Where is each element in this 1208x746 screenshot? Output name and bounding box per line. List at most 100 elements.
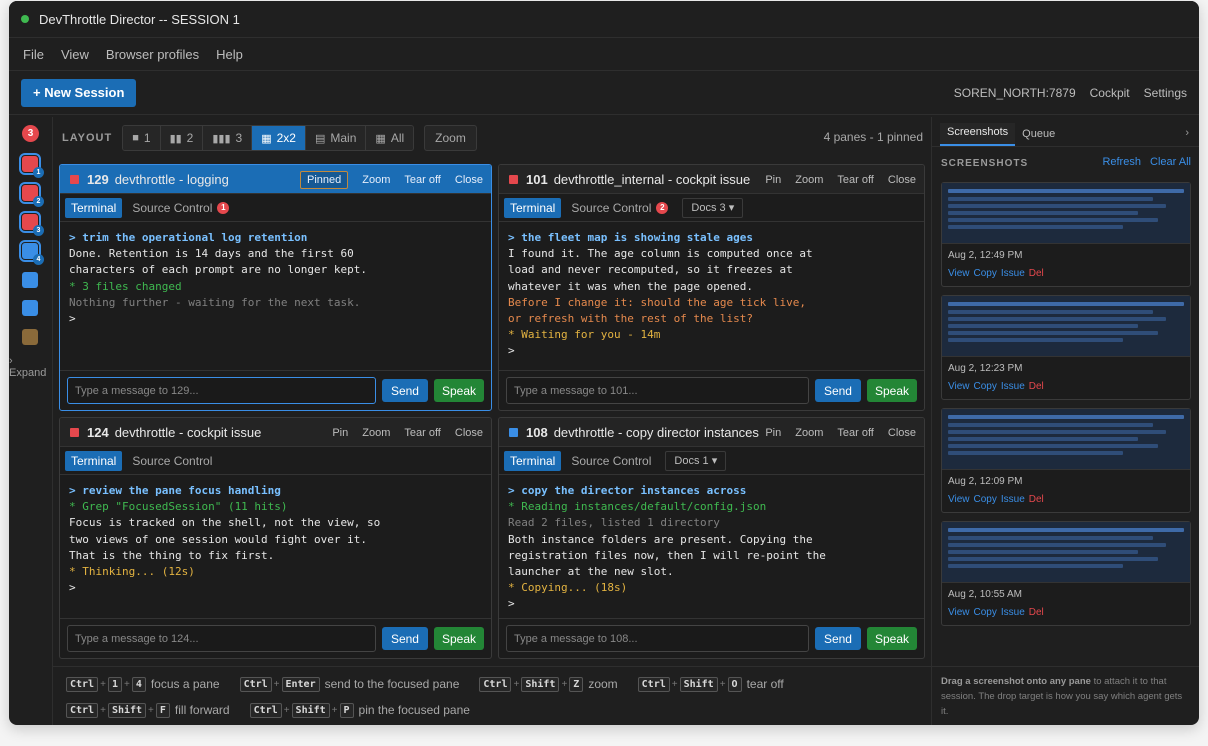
screenshot-thumbnail[interactable]: [942, 522, 1190, 583]
pin-button[interactable]: Pin: [765, 174, 781, 186]
send-button[interactable]: Send: [381, 379, 428, 402]
menu-view[interactable]: View: [61, 47, 89, 62]
screenshot-card[interactable]: Aug 2, 12:23 PM View Copy Issue Del: [941, 295, 1191, 400]
chevron-right-icon[interactable]: ›: [1185, 127, 1189, 139]
layout-option-main[interactable]: ▤ Main: [305, 126, 367, 150]
tear-off-button[interactable]: Tear off: [837, 427, 874, 439]
zoom-button[interactable]: Zoom: [362, 427, 390, 439]
terminal-line: Before I change it: should the age tick …: [508, 295, 807, 309]
menu-browser-profiles[interactable]: Browser profiles: [106, 47, 199, 62]
del-link[interactable]: Del: [1029, 494, 1044, 505]
pane-101[interactable]: 101 devthrottle_internal - cockpit issue…: [498, 164, 925, 411]
tear-off-button[interactable]: Tear off: [404, 427, 441, 439]
issue-link[interactable]: Issue: [1001, 381, 1025, 392]
copy-link[interactable]: Copy: [974, 607, 997, 618]
layout-zoom-button[interactable]: Zoom: [424, 125, 477, 151]
layout-option-all[interactable]: ▦ All: [366, 126, 414, 150]
rail-session-4[interactable]: 4: [19, 240, 44, 265]
tab-source-control[interactable]: Source Control: [126, 451, 218, 471]
copy-link[interactable]: Copy: [974, 381, 997, 392]
tab-terminal[interactable]: Terminal: [504, 197, 562, 218]
rail-expand-button[interactable]: › Expand: [9, 355, 52, 379]
docs-dropdown[interactable]: Docs 1 ▾: [665, 450, 727, 471]
tab-source-control[interactable]: Source Control 1: [126, 198, 235, 218]
layout-option-3[interactable]: ▮▮▮ 3: [203, 126, 253, 150]
zoom-button[interactable]: Zoom: [795, 427, 823, 439]
message-input[interactable]: [67, 625, 376, 652]
pane-header: 101 devthrottle_internal - cockpit issue…: [499, 165, 924, 194]
issue-link[interactable]: Issue: [1001, 268, 1025, 279]
tab-terminal[interactable]: Terminal: [65, 450, 123, 471]
del-link[interactable]: Del: [1029, 607, 1044, 618]
screenshot-card[interactable]: Aug 2, 10:55 AM View Copy Issue Del: [941, 521, 1191, 626]
plus-separator: +: [100, 678, 106, 690]
plus-separator: +: [123, 678, 130, 690]
rail-session-3[interactable]: 3: [19, 211, 44, 236]
new-session-button[interactable]: + New Session: [21, 78, 137, 107]
message-input[interactable]: [506, 377, 809, 404]
cockpit-link[interactable]: Cockpit: [1090, 86, 1130, 100]
layout-option-2x2[interactable]: ▦ 2x2: [252, 126, 306, 150]
copy-link[interactable]: Copy: [974, 494, 997, 505]
send-button[interactable]: Send: [814, 379, 861, 402]
zoom-button[interactable]: Zoom: [795, 174, 823, 186]
speak-button[interactable]: Speak: [433, 627, 484, 650]
docs-label: Docs 3: [691, 201, 726, 214]
clear-all-link[interactable]: Clear All: [1150, 156, 1191, 168]
menu-file[interactable]: File: [23, 47, 44, 62]
pane-129[interactable]: 129 devthrottle - logging Pinned Zoom Te…: [59, 164, 492, 411]
send-button[interactable]: Send: [381, 627, 428, 650]
issue-link[interactable]: Issue: [1001, 494, 1025, 505]
message-input[interactable]: [67, 377, 376, 404]
speak-button[interactable]: Speak: [866, 627, 917, 650]
tab-terminal[interactable]: Terminal: [504, 450, 562, 471]
shortcut-row: Ctrl +1 +4 focus a pane Ctrl + Enter send to th…: [66, 671, 932, 697]
screenshot-thumbnail[interactable]: [942, 409, 1190, 470]
speak-button[interactable]: Speak: [433, 379, 484, 402]
rail-session-6[interactable]: [22, 300, 38, 316]
menu-help[interactable]: Help: [216, 47, 243, 62]
del-link[interactable]: Del: [1029, 381, 1044, 392]
tab-queue[interactable]: Queue: [1015, 128, 1062, 146]
del-link[interactable]: Del: [1029, 268, 1044, 279]
pinned-button[interactable]: Pinned: [299, 170, 349, 189]
layout-option-1[interactable]: ■ 1: [123, 126, 161, 150]
close-button[interactable]: Close: [888, 427, 916, 439]
close-button[interactable]: Close: [455, 427, 483, 439]
view-link[interactable]: View: [948, 268, 970, 279]
pane-108[interactable]: 108 devthrottle - copy director instance…: [498, 417, 925, 659]
tab-source-control[interactable]: Source Control: [565, 451, 657, 471]
close-button[interactable]: Close: [888, 174, 916, 186]
issue-link[interactable]: Issue: [1001, 607, 1025, 618]
close-button[interactable]: Close: [455, 174, 483, 186]
screenshot-thumbnail[interactable]: [942, 183, 1190, 244]
tab-terminal[interactable]: Terminal: [65, 197, 123, 218]
screenshot-thumbnail[interactable]: [942, 296, 1190, 357]
plus-separator: +: [148, 704, 154, 716]
rail-session-7[interactable]: [22, 329, 38, 345]
pane-124[interactable]: 124 devthrottle - cockpit issue Pin Zoom…: [59, 417, 492, 659]
send-button[interactable]: Send: [814, 627, 861, 650]
pin-button[interactable]: Pin: [332, 427, 348, 439]
screenshot-card[interactable]: Aug 2, 12:09 PM View Copy Issue Del: [941, 408, 1191, 513]
screenshot-card[interactable]: Aug 2, 12:49 PM View Copy Issue Del: [941, 182, 1191, 287]
view-link[interactable]: View: [948, 607, 970, 618]
speak-button[interactable]: Speak: [866, 379, 917, 402]
refresh-link[interactable]: Refresh: [1102, 156, 1141, 168]
layout-option-2[interactable]: ▮▮ 2: [160, 126, 204, 150]
tear-off-button[interactable]: Tear off: [404, 174, 441, 186]
copy-link[interactable]: Copy: [974, 268, 997, 279]
settings-link[interactable]: Settings: [1144, 86, 1187, 100]
rail-session-1[interactable]: 1: [19, 153, 44, 178]
pin-button[interactable]: Pin: [765, 427, 781, 439]
rail-session-5[interactable]: [22, 272, 38, 288]
tab-screenshots[interactable]: Screenshots: [940, 123, 1016, 146]
rail-session-2[interactable]: 2: [19, 182, 44, 207]
docs-dropdown[interactable]: Docs 3 ▾: [682, 197, 744, 218]
message-input[interactable]: [506, 625, 809, 652]
tear-off-button[interactable]: Tear off: [837, 174, 874, 186]
view-link[interactable]: View: [948, 381, 970, 392]
zoom-button[interactable]: Zoom: [362, 174, 390, 186]
tab-source-control[interactable]: Source Control 2: [565, 198, 674, 218]
view-link[interactable]: View: [948, 494, 970, 505]
